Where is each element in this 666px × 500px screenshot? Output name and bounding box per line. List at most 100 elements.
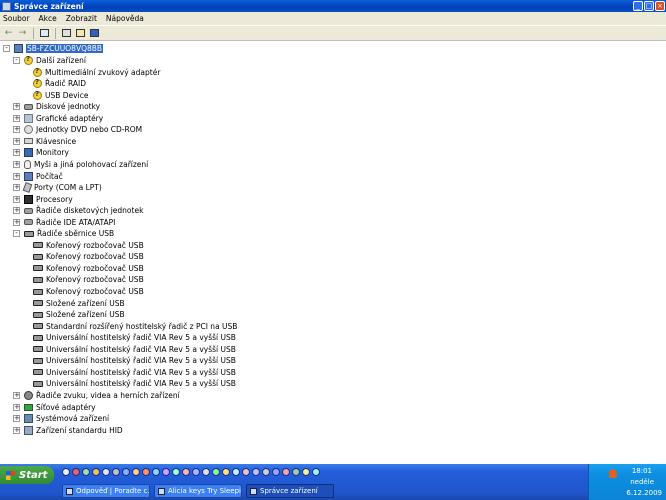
tree-category[interactable]: + Porty (COM a LPT)	[13, 182, 102, 193]
quick-launch-icon[interactable]	[222, 468, 230, 476]
tree-category[interactable]: + Řadiče IDE ATA/ATAPI	[13, 217, 115, 228]
tree-category[interactable]: + Jednotky DVD nebo CD-ROM	[13, 124, 142, 135]
tree-device[interactable]: USB Device	[33, 90, 88, 101]
quick-launch-icon[interactable]	[312, 468, 320, 476]
expand-icon[interactable]: +	[13, 137, 20, 145]
task-button[interactable]: Alicia keys Try Sleepi...	[154, 484, 242, 498]
menu-help[interactable]: Nápověda	[106, 14, 144, 23]
quick-launch-icon[interactable]	[152, 468, 160, 476]
quick-launch-icon[interactable]	[132, 468, 140, 476]
quick-launch-icon[interactable]	[272, 468, 280, 476]
tree-category[interactable]: + Řadiče zvuku, videa a herních zařízení	[13, 390, 180, 401]
tree-device[interactable]: Universální hostitelský řadič VIA Rev 5 …	[33, 332, 236, 343]
collapse-icon[interactable]: -	[3, 45, 10, 52]
quick-launch-icon[interactable]	[302, 468, 310, 476]
quick-launch-icon[interactable]	[232, 468, 240, 476]
expand-icon[interactable]: +	[13, 426, 20, 434]
quick-launch-icon[interactable]	[102, 468, 110, 476]
expand-icon[interactable]: +	[13, 160, 20, 168]
tree-category[interactable]: + Síťové adaptéry	[13, 402, 96, 413]
task-button-active[interactable]: Správce zařízení	[246, 484, 334, 498]
tree-device[interactable]: Kořenový rozbočovač USB	[33, 286, 144, 297]
quick-launch-icon[interactable]	[92, 468, 100, 476]
clock-time[interactable]: 18:01	[632, 467, 652, 475]
title-bar[interactable]: Správce zařízení _ □ ×	[0, 0, 666, 12]
expand-icon[interactable]: +	[13, 126, 20, 134]
tree-category[interactable]: - Řadiče sběrnice USB	[13, 228, 114, 239]
quick-launch-icon[interactable]	[122, 468, 130, 476]
expand-icon[interactable]: +	[13, 218, 20, 226]
tree-category[interactable]: + Počítač	[13, 171, 63, 182]
menu-view[interactable]: Zobrazit	[66, 14, 97, 23]
tree-device[interactable]: Universální hostitelský řadič VIA Rev 5 …	[33, 378, 236, 389]
tree-root[interactable]: - SB-FZCUUO8VQ8BB	[3, 43, 104, 54]
quick-launch-icon[interactable]	[192, 468, 200, 476]
quick-launch-icon[interactable]	[242, 468, 250, 476]
quick-launch-icon[interactable]	[142, 468, 150, 476]
help-button[interactable]	[89, 28, 100, 39]
tree-device[interactable]: Řadič RAID	[33, 78, 86, 89]
collapse-icon[interactable]: -	[13, 230, 20, 238]
quick-launch-icon[interactable]	[172, 468, 180, 476]
minimize-button[interactable]: _	[633, 1, 643, 11]
expand-icon[interactable]: +	[13, 195, 20, 203]
close-button[interactable]: ×	[655, 1, 665, 11]
tree-device[interactable]: Kořenový rozbočovač USB	[33, 240, 144, 251]
collapse-icon[interactable]: -	[13, 57, 20, 64]
tree-category[interactable]: + Grafické adaptéry	[13, 113, 103, 124]
tree-device[interactable]: Standardní rozšířený hostitelský řadič z…	[33, 321, 237, 332]
show-hide-tree-button[interactable]	[39, 28, 50, 39]
quick-launch-icon[interactable]	[182, 468, 190, 476]
messenger-icon[interactable]	[609, 469, 617, 478]
expand-icon[interactable]: +	[13, 415, 20, 423]
quick-launch-icon[interactable]	[212, 468, 220, 476]
quick-launch-icon[interactable]	[282, 468, 290, 476]
quick-launch-icon[interactable]	[112, 468, 120, 476]
start-button[interactable]: Start	[0, 466, 54, 484]
quick-launch-icon[interactable]	[82, 468, 90, 476]
task-button[interactable]: Odpověď | Poradte c...	[62, 484, 150, 498]
tree-device[interactable]: Složené zařízení USB	[33, 309, 125, 320]
tree-category[interactable]: + Myši a jiná polohovací zařízení	[13, 159, 148, 170]
quick-launch-icon[interactable]	[162, 468, 170, 476]
expand-icon[interactable]: +	[13, 184, 20, 192]
tree-device[interactable]: Universální hostitelský řadič VIA Rev 5 …	[33, 355, 236, 366]
quick-launch-icon[interactable]	[62, 468, 70, 476]
forward-button[interactable]: →	[17, 28, 28, 39]
tree-category[interactable]: + Systémová zařízení	[13, 413, 109, 424]
expand-icon[interactable]: +	[13, 149, 20, 157]
print-button[interactable]	[61, 28, 72, 39]
tree-category[interactable]: - Další zařízení	[13, 55, 86, 66]
tree-category[interactable]: + Klávesnice	[13, 136, 76, 147]
tree-device[interactable]: Kořenový rozbočovač USB	[33, 251, 144, 262]
tree-device[interactable]: Kořenový rozbočovač USB	[33, 274, 144, 285]
tree-category[interactable]: + Procesory	[13, 194, 73, 205]
quick-launch-icon[interactable]	[202, 468, 210, 476]
tree-device[interactable]: Složené zařízení USB	[33, 298, 125, 309]
quick-launch-icon[interactable]	[292, 468, 300, 476]
tree-device[interactable]: Universální hostitelský řadič VIA Rev 5 …	[33, 344, 236, 355]
expand-icon[interactable]: +	[13, 207, 20, 215]
tree-category[interactable]: + Zařízení standardu HID	[13, 425, 123, 436]
back-button[interactable]: ←	[3, 28, 14, 39]
menu-file[interactable]: Soubor	[3, 14, 30, 23]
tree-device[interactable]: Universální hostitelský řadič VIA Rev 5 …	[33, 367, 236, 378]
expand-icon[interactable]: +	[13, 114, 20, 122]
menu-action[interactable]: Akce	[39, 14, 57, 23]
tree-category[interactable]: + Diskové jednotky	[13, 101, 100, 112]
tree-category[interactable]: + Řadiče disketových jednotek	[13, 205, 143, 216]
quick-launch-icon[interactable]	[262, 468, 270, 476]
expand-icon[interactable]: +	[13, 403, 20, 411]
tree-device[interactable]: Kořenový rozbočovač USB	[33, 263, 144, 274]
expand-icon[interactable]: +	[13, 391, 20, 399]
maximize-button[interactable]: □	[644, 1, 654, 11]
quick-launch-icon[interactable]	[252, 468, 260, 476]
usb-icon	[33, 323, 43, 330]
tree-device[interactable]: Multimediální zvukový adaptér	[33, 67, 160, 78]
expand-icon[interactable]: +	[13, 103, 20, 111]
device-tree[interactable]: - SB-FZCUUO8VQ8BB - Další zařízení Multime…	[0, 42, 666, 464]
quick-launch-icon[interactable]	[72, 468, 80, 476]
expand-icon[interactable]: +	[13, 172, 20, 180]
properties-button[interactable]	[75, 28, 86, 39]
tree-category[interactable]: + Monitory	[13, 147, 69, 158]
